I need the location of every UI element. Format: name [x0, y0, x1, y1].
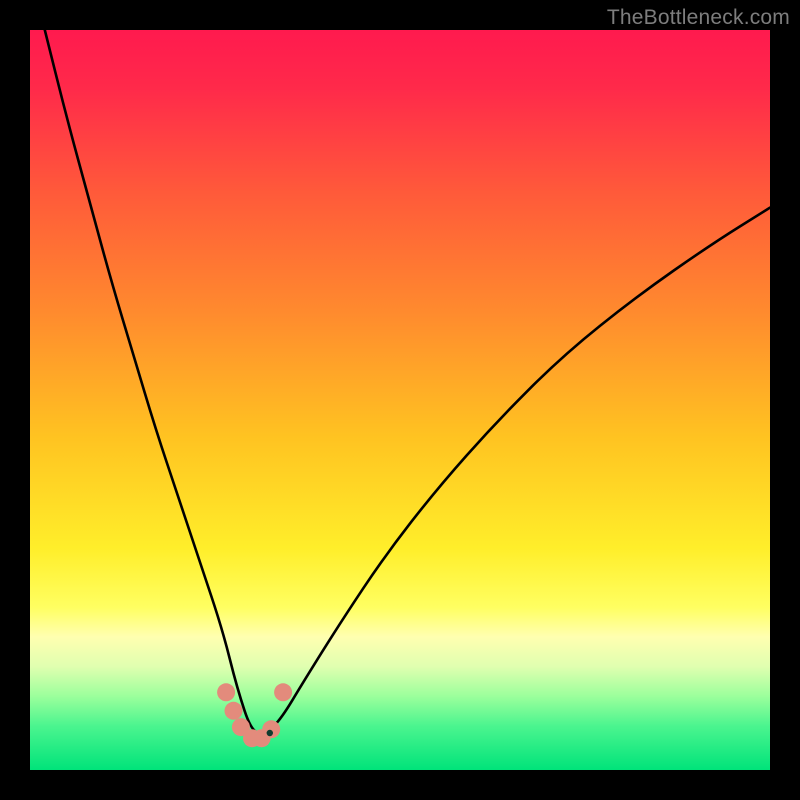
- bottleneck-chart: [30, 30, 770, 770]
- watermark-text: TheBottleneck.com: [607, 6, 790, 30]
- pink-dot: [225, 702, 243, 720]
- optimum-marker: [267, 730, 273, 736]
- pink-dot: [274, 683, 292, 701]
- plot-background: [30, 30, 770, 770]
- chart-frame: TheBottleneck.com: [0, 0, 800, 800]
- pink-dot: [217, 683, 235, 701]
